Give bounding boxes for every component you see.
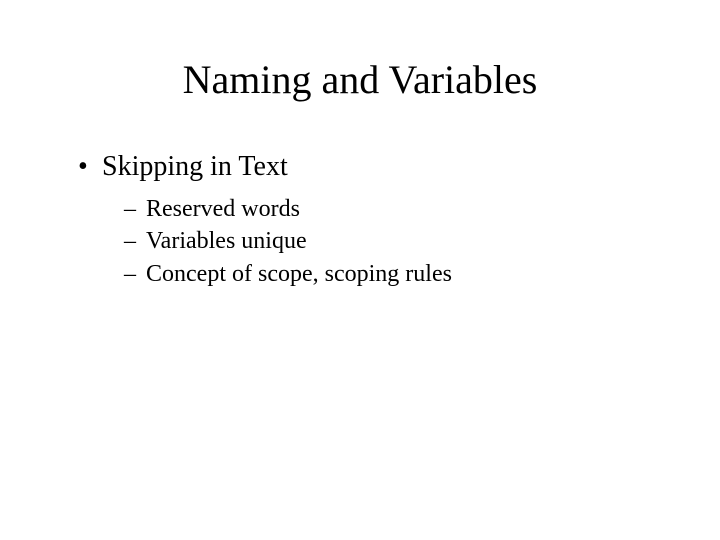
bullet-text: Reserved words — [146, 196, 300, 222]
list-item: Reserved words — [124, 193, 660, 225]
slide: Naming and Variables Skipping in Text Re… — [0, 0, 720, 540]
list-item: Variables unique — [124, 225, 660, 257]
slide-title: Naming and Variables — [60, 56, 660, 103]
bullet-text: Concept of scope, scoping rules — [146, 261, 452, 287]
bullet-list-level2: Reserved words Variables unique Concept … — [102, 193, 660, 290]
bullet-text: Variables unique — [146, 228, 307, 254]
bullet-text: Skipping in Text — [102, 151, 288, 182]
list-item: Concept of scope, scoping rules — [124, 258, 660, 290]
bullet-list-level1: Skipping in Text Reserved words Variable… — [60, 151, 660, 290]
list-item: Skipping in Text Reserved words Variable… — [78, 151, 660, 290]
